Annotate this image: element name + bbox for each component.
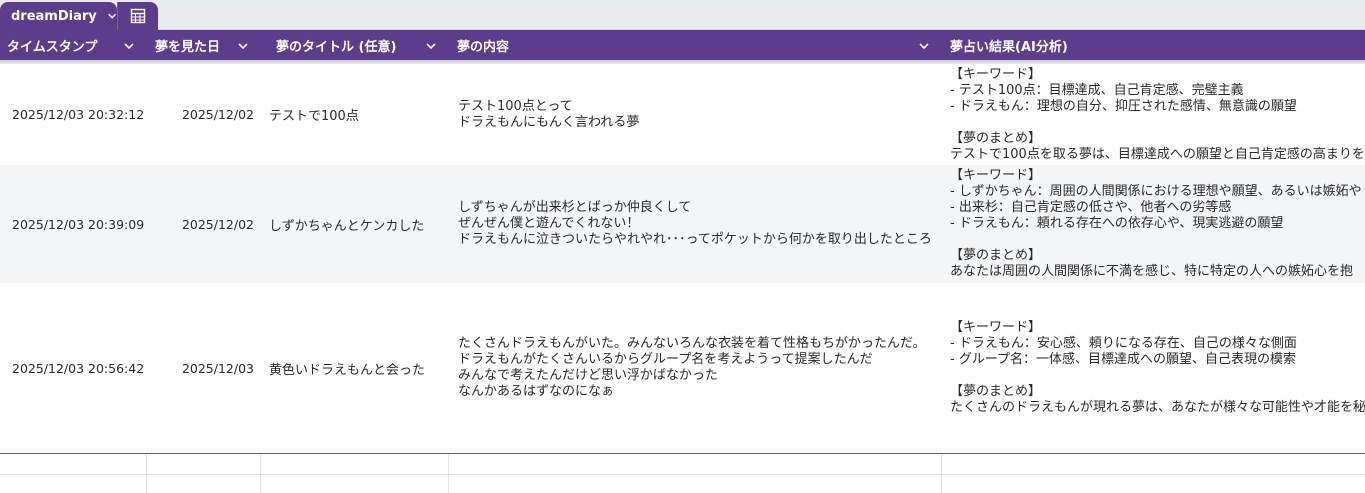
content-line: ドラえもんにもんく言われる夢 bbox=[458, 114, 640, 130]
table-row[interactable]: 2025/12/03 20:32:12 2025/12/02 テストで100点 … bbox=[0, 64, 1365, 165]
header-date[interactable]: 夢を見た日 bbox=[155, 30, 220, 60]
chevron-down-icon[interactable] bbox=[918, 40, 930, 52]
result-cell[interactable]: 【キーワード】 - しずかちゃん：周囲の人間関係における理想や願望、あるいは嫉妬… bbox=[950, 165, 1365, 283]
result-line: テストで100点を取る夢は、目標達成への願望と自己肯定感の高まりを bbox=[950, 146, 1365, 162]
result-line: 【キーワード】 bbox=[950, 168, 1042, 183]
title-cell[interactable]: 黄色いドラえもんと会った bbox=[269, 283, 449, 453]
result-cell[interactable]: 【キーワード】 - ドラえもん：安心感、頼りになる存在、自己の様々な側面 - グ… bbox=[950, 283, 1365, 453]
result-line: - ドラえもん：頼れる存在への依存心や、現実逃避の願望 bbox=[950, 216, 1284, 231]
table-view-button[interactable] bbox=[117, 2, 158, 30]
result-line bbox=[950, 368, 1365, 384]
empty-grid-line bbox=[0, 474, 1365, 475]
result-line: 【キーワード】 bbox=[950, 320, 1042, 335]
content-cell[interactable]: たくさんドラえもんがいた。みんないろんな衣装を着て性格もちがかったんだ。 ドラえ… bbox=[458, 283, 943, 453]
tab-bar: dreamDiary bbox=[0, 0, 1365, 30]
empty-grid-line bbox=[260, 454, 261, 493]
content-line: しずちゃんが出来杉とばっか仲良くして bbox=[458, 200, 692, 215]
timestamp-cell[interactable]: 2025/12/03 20:56:42 bbox=[12, 283, 162, 453]
empty-grid-line bbox=[941, 454, 942, 493]
date-cell[interactable]: 2025/12/02 bbox=[150, 165, 254, 283]
tab-label: dreamDiary bbox=[11, 8, 97, 24]
timestamp-cell[interactable]: 2025/12/03 20:32:12 bbox=[12, 64, 162, 165]
content-line: ぜんぜん僕と遊んでくれない！ bbox=[458, 216, 640, 231]
result-cell[interactable]: 【キーワード】 - テスト100点：目標達成、自己肯定感、完璧主義 - ドラえも… bbox=[950, 64, 1365, 165]
result-line: - テスト100点：目標達成、自己肯定感、完璧主義 bbox=[950, 82, 1244, 98]
table-view-icon bbox=[130, 8, 146, 24]
content-line: ドラえもんがたくさんいるからグループ名を考えようって提案したんだ bbox=[458, 352, 873, 367]
chevron-down-icon[interactable] bbox=[107, 10, 117, 22]
header-result[interactable]: 夢占い結果(AI分析) bbox=[950, 30, 1068, 60]
chevron-down-icon[interactable] bbox=[425, 40, 437, 52]
table-bottom-border bbox=[0, 453, 1365, 454]
result-line: 【夢のまとめ】 bbox=[950, 248, 1042, 263]
result-line: - 出来杉：自己肯定感の低さや、他者への劣等感 bbox=[950, 200, 1232, 215]
title-cell[interactable]: テストで100点 bbox=[269, 64, 449, 165]
table-row[interactable]: 2025/12/03 20:56:42 2025/12/03 黄色いドラえもんと… bbox=[0, 283, 1365, 453]
header-timestamp[interactable]: タイムスタンプ bbox=[7, 30, 97, 60]
title-cell[interactable]: しずかちゃんとケンカした bbox=[269, 165, 449, 283]
content-line: みんなで考えたんだけど思い浮かばなかった bbox=[458, 368, 719, 383]
date-cell[interactable]: 2025/12/03 bbox=[150, 283, 254, 453]
table-row[interactable]: 2025/12/03 20:39:09 2025/12/02 しずかちゃんとケン… bbox=[0, 165, 1365, 283]
empty-grid-line bbox=[146, 454, 147, 493]
result-line: たくさんのドラえもんが現れる夢は、あなたが様々な可能性や才能を秘 bbox=[950, 400, 1365, 415]
result-line bbox=[950, 232, 1362, 248]
chevron-down-icon[interactable] bbox=[123, 40, 135, 52]
table-header: タイムスタンプ 夢を見た日 夢のタイトル (任意) 夢の内容 夢占い結果(AI分… bbox=[0, 30, 1365, 60]
header-title[interactable]: 夢のタイトル (任意) bbox=[276, 30, 396, 60]
timestamp-cell[interactable]: 2025/12/03 20:39:09 bbox=[12, 165, 162, 283]
result-line: 【夢のまとめ】 bbox=[950, 130, 1042, 146]
date-cell[interactable]: 2025/12/02 bbox=[150, 64, 254, 165]
content-line: なんかあるはずなのになぁ bbox=[458, 384, 615, 399]
result-line: - ドラえもん：理想の自分、抑圧された感情、無意識の願望 bbox=[950, 98, 1297, 114]
app: dreamDiary タイムスタンプ 夢を見た日 夢のタイトル (任意) 夢の内… bbox=[0, 0, 1365, 493]
content-line: テスト100点とって bbox=[458, 98, 573, 114]
header-content[interactable]: 夢の内容 bbox=[457, 30, 509, 60]
content-line: たくさんドラえもんがいた。みんないろんな衣装を着て性格もちがかったんだ。 bbox=[458, 336, 926, 351]
empty-grid-line bbox=[448, 454, 449, 493]
content-line: ドラえもんに泣きついたらやれやれ･･･ってポケットから何かを取り出したところ bbox=[458, 232, 932, 247]
chevron-down-icon[interactable] bbox=[237, 40, 249, 52]
result-line: あなたは周囲の人間関係に不満を感じ、特に特定の人への嫉妬心を抱 bbox=[950, 264, 1354, 279]
tab-dreamdiary[interactable]: dreamDiary bbox=[0, 2, 117, 30]
content-cell[interactable]: しずちゃんが出来杉とばっか仲良くして ぜんぜん僕と遊んでくれない！ ドラえもんに… bbox=[458, 165, 943, 283]
result-line: - ドラえもん：安心感、頼りになる存在、自己の様々な側面 bbox=[950, 336, 1297, 351]
result-line: - しずかちゃん：周囲の人間関係における理想や願望、あるいは嫉妬や bbox=[950, 184, 1362, 199]
result-line: 【夢のまとめ】 bbox=[950, 384, 1042, 399]
result-line: 【キーワード】 bbox=[950, 66, 1042, 82]
result-line: - グループ名：一体感、目標達成への願望、自己表現の模索 bbox=[950, 352, 1297, 367]
result-line bbox=[950, 115, 1365, 131]
content-cell[interactable]: テスト100点とって ドラえもんにもんく言われる夢 bbox=[458, 64, 943, 165]
